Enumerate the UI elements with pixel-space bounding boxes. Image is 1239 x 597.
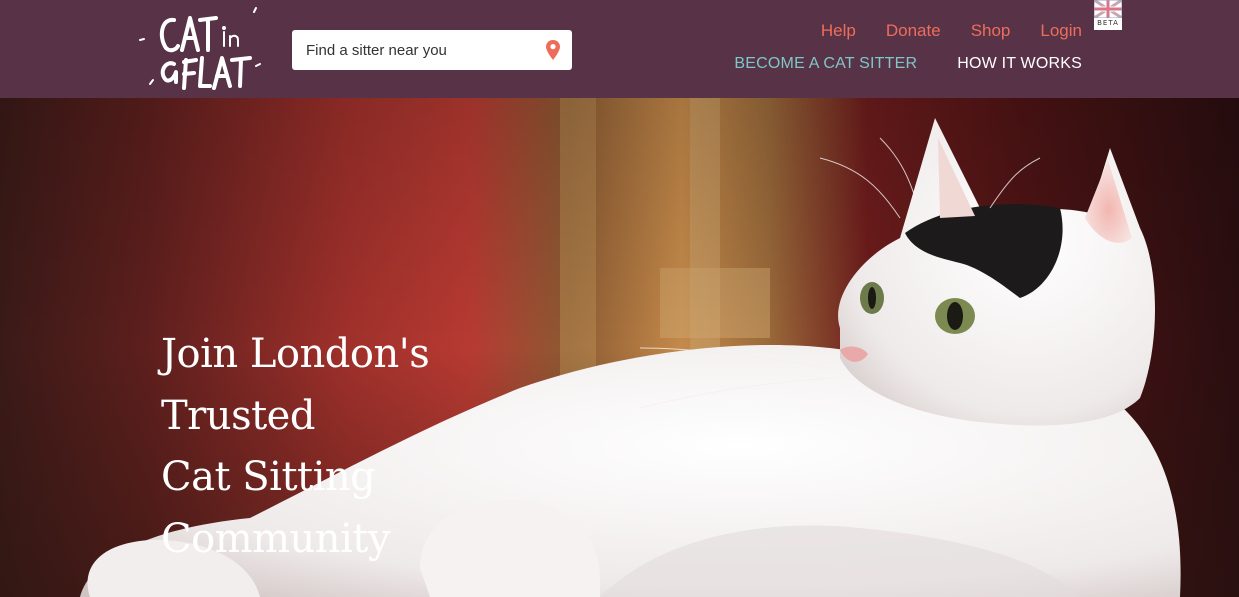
utility-links: Help Donate Shop Login — [821, 20, 1082, 42]
sitter-search-input[interactable] — [292, 30, 532, 70]
main-nav: BECOME A CAT SITTER HOW IT WORKS — [734, 53, 1082, 75]
beta-label: BETA — [1097, 19, 1119, 27]
cat-in-a-flat-logo[interactable] — [136, 6, 266, 90]
hero-headline: Join London's Trusted Cat Sitting Commun… — [161, 324, 430, 570]
map-pin-icon[interactable] — [545, 39, 561, 61]
site-header: Help Donate Shop Login BECOME A CAT SITT… — [0, 0, 1239, 98]
donate-link[interactable]: Donate — [886, 20, 941, 42]
headline-line: Trusted — [161, 392, 315, 439]
headline-line: Cat Sitting — [161, 454, 376, 500]
shop-link[interactable]: Shop — [971, 20, 1011, 42]
sitter-search-box — [292, 30, 572, 70]
become-cat-sitter-link[interactable]: BECOME A CAT SITTER — [734, 53, 917, 75]
uk-flag-icon — [1094, 0, 1122, 18]
login-link[interactable]: Login — [1040, 20, 1082, 42]
headline-line: Community — [161, 515, 391, 562]
help-link[interactable]: Help — [821, 20, 856, 42]
how-it-works-link[interactable]: HOW IT WORKS — [957, 53, 1082, 75]
beta-badge: BETA — [1094, 0, 1122, 30]
headline-line: Join London's — [161, 331, 430, 377]
hero-banner: Join London's Trusted Cat Sitting Commun… — [0, 98, 1239, 597]
